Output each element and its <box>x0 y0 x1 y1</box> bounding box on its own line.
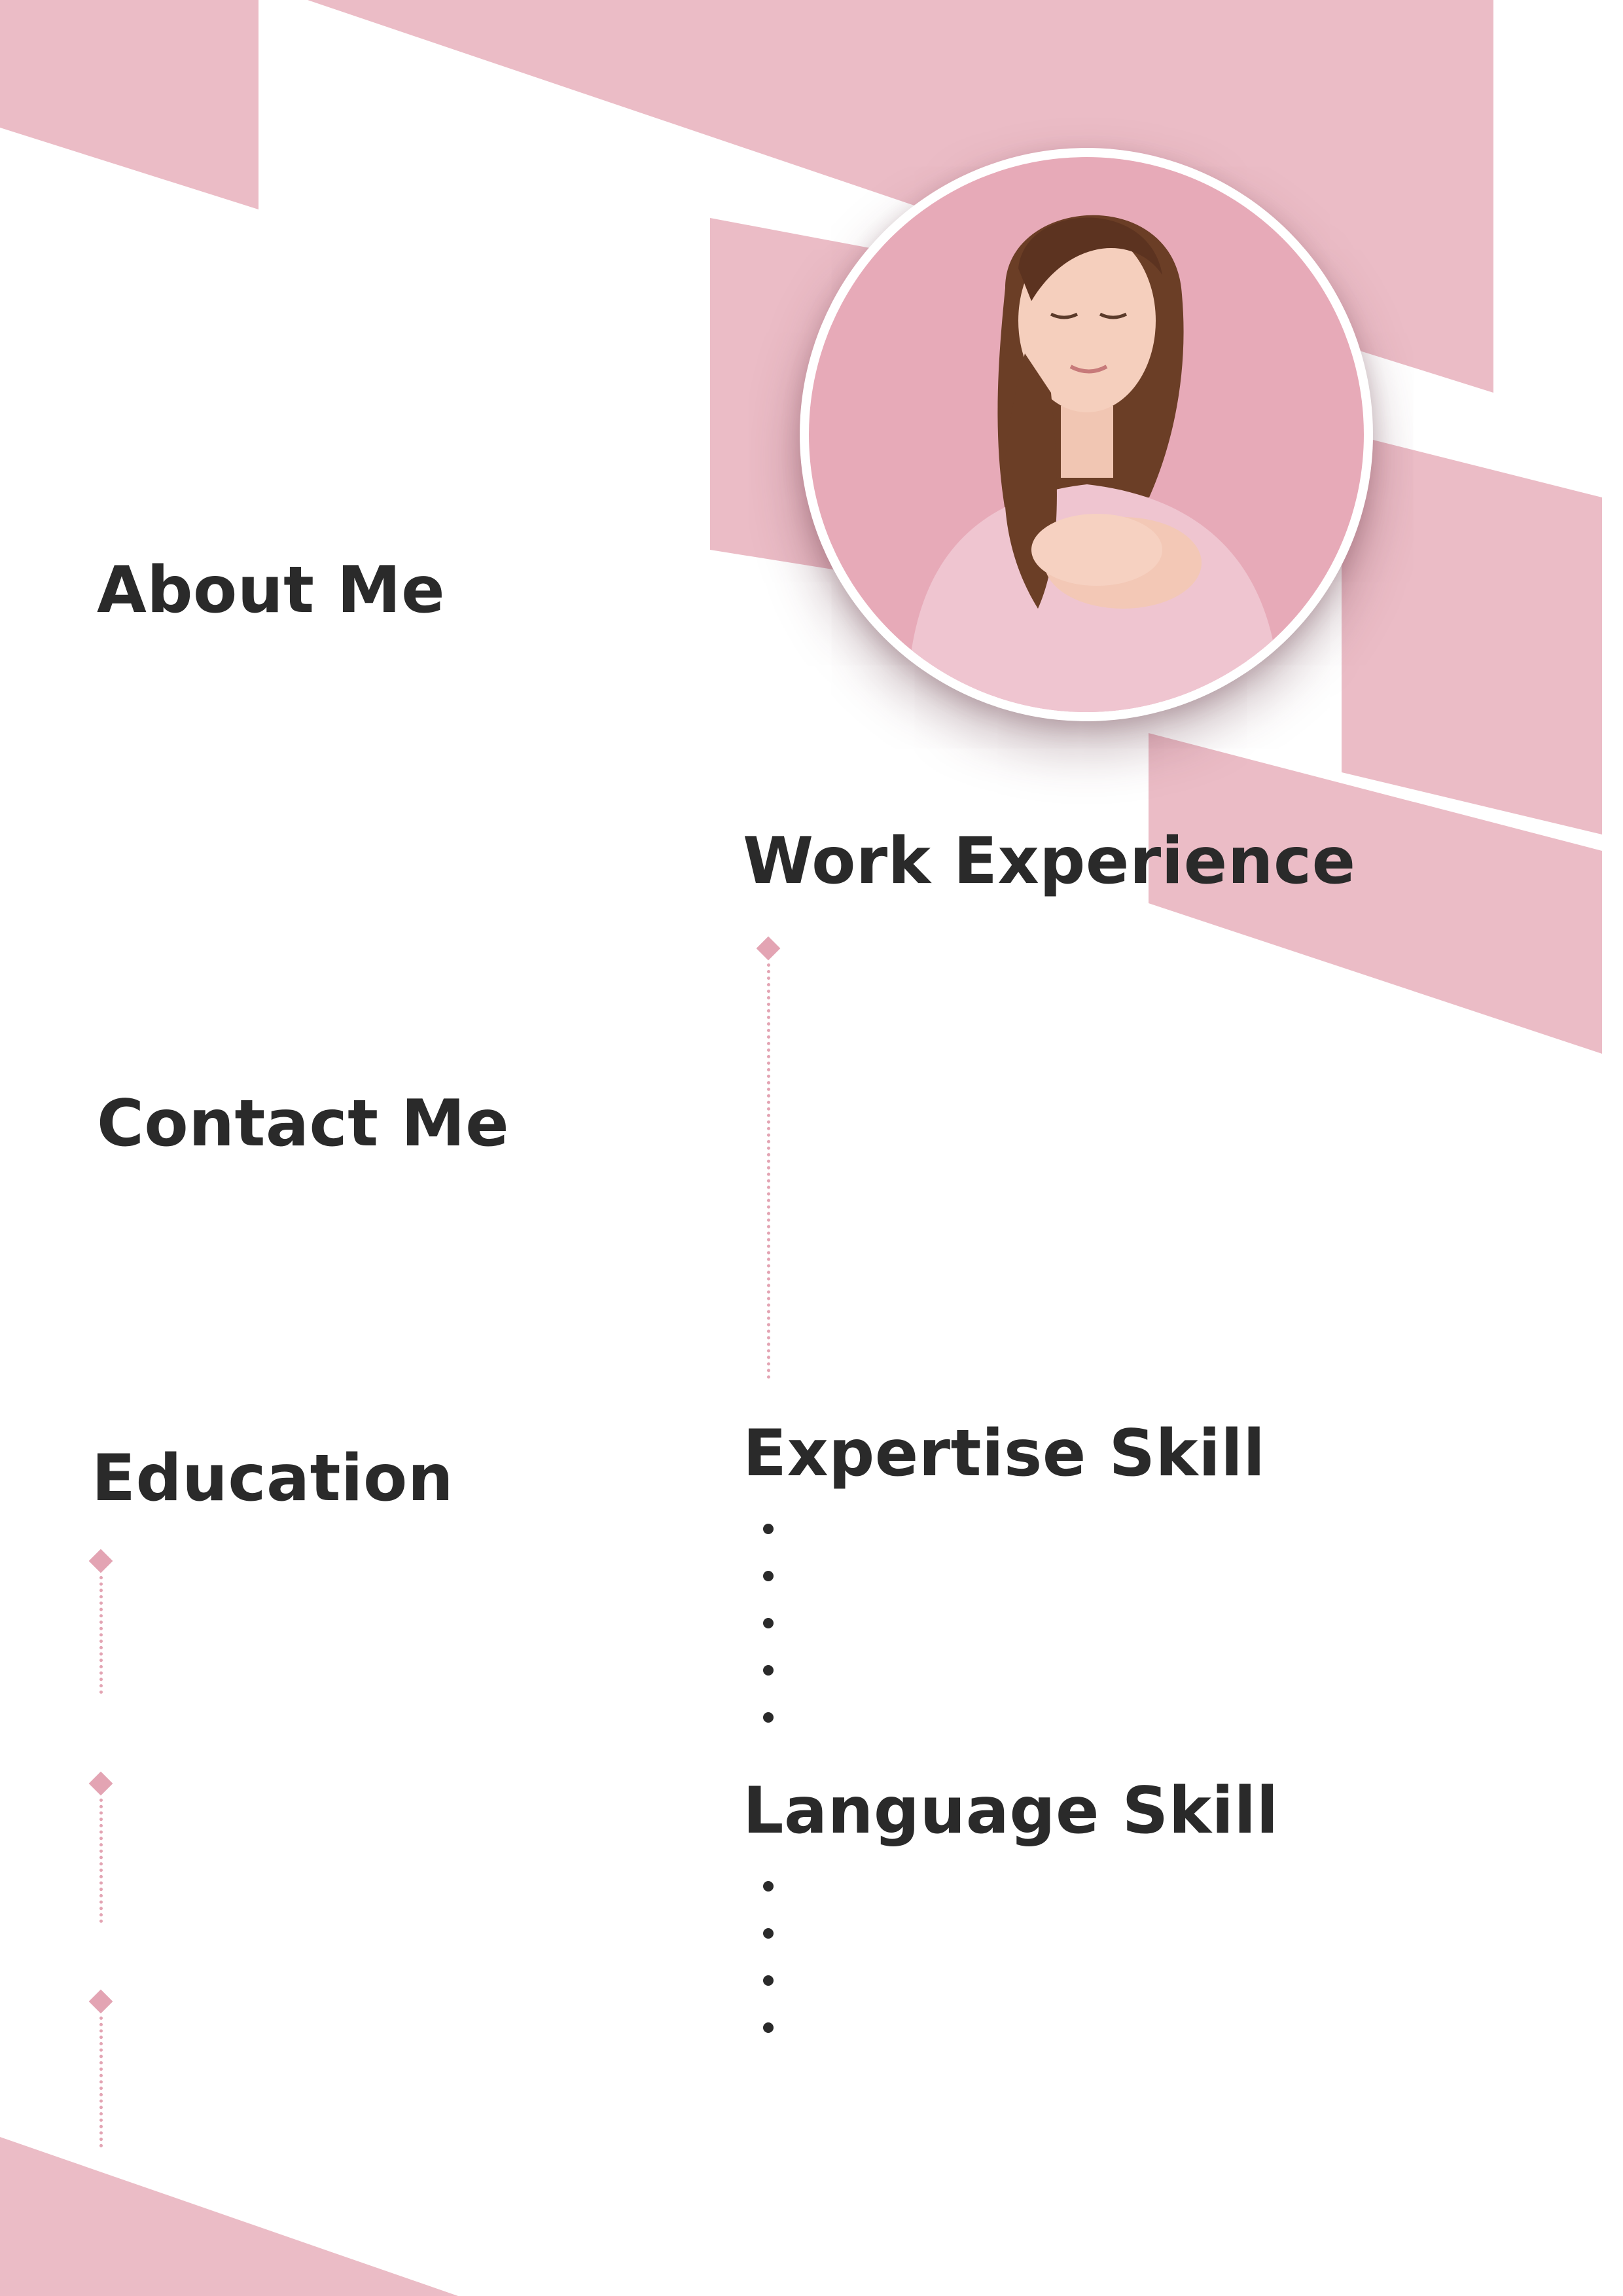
bullet-point <box>763 1975 774 1986</box>
about-me-heading: About Me <box>97 553 446 628</box>
timeline-marker <box>88 1989 113 2014</box>
contact-me-heading: Contact Me <box>97 1086 510 1161</box>
bullet-point <box>763 1928 774 1939</box>
education-timeline-1 <box>82 1549 122 1700</box>
expertise-skill-list <box>763 1524 789 1733</box>
bullet-point <box>763 1881 774 1892</box>
language-skill-heading: Language Skill <box>743 1774 1279 1848</box>
timeline-line <box>99 1576 106 1694</box>
timeline-line <box>767 963 774 1379</box>
bottom-left-band <box>0 2137 458 2296</box>
education-timeline-2 <box>82 1771 122 1929</box>
timeline-line <box>99 2017 106 2147</box>
expertise-skill-heading: Expertise Skill <box>743 1416 1266 1491</box>
work-experience-heading: Work Experience <box>743 824 1356 899</box>
work-experience-timeline <box>750 936 789 1385</box>
timeline-marker <box>756 936 781 961</box>
profile-photo <box>809 157 1364 712</box>
bullet-point <box>763 1571 774 1581</box>
education-timeline-3 <box>82 1989 122 2147</box>
timeline-marker <box>88 1771 113 1796</box>
bullet-point <box>763 1618 774 1628</box>
top-left-band <box>0 0 259 209</box>
bullet-point <box>763 2022 774 2033</box>
timeline-marker <box>88 1549 113 1573</box>
right-block <box>1342 432 1602 834</box>
language-skill-list <box>763 1881 789 2090</box>
profile-photo-frame <box>800 148 1373 721</box>
timeline-line <box>99 1799 106 1923</box>
bullet-point <box>763 1665 774 1676</box>
bullet-point <box>763 1524 774 1534</box>
bullet-point <box>763 1712 774 1723</box>
education-heading: Education <box>92 1441 454 1516</box>
